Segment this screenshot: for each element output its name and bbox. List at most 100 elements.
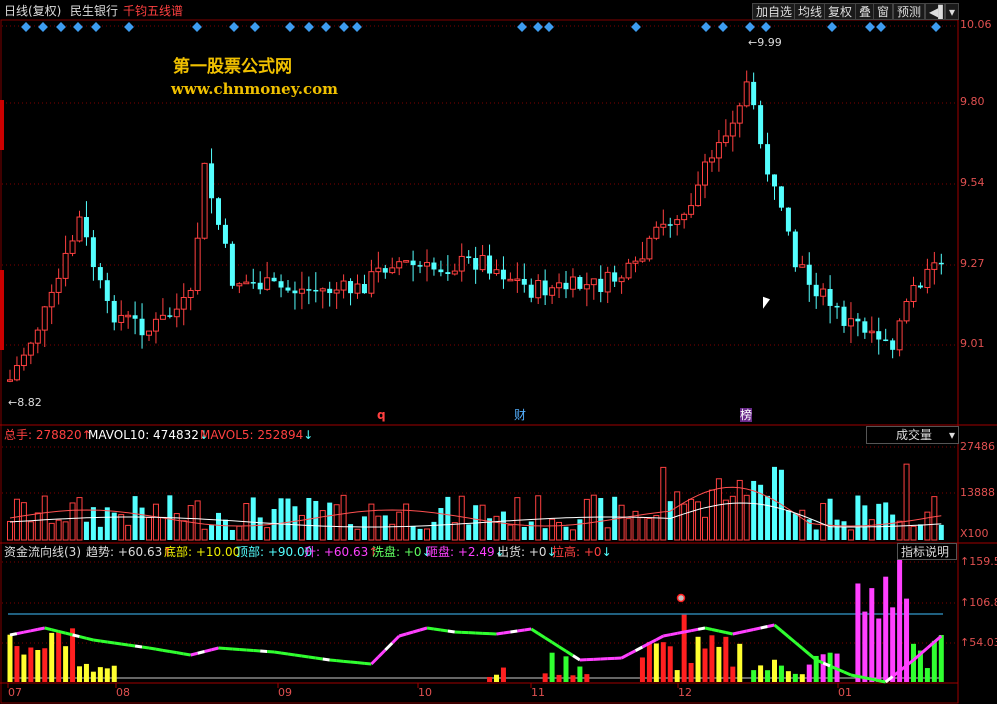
candle-body <box>722 135 729 144</box>
volume-bar <box>361 516 367 540</box>
candle-body <box>507 278 514 282</box>
volume-bar <box>569 529 576 541</box>
date-label: 10 <box>418 686 432 699</box>
volume-bar <box>139 507 145 540</box>
indicator-selector[interactable]: 成交量 ▾ <box>866 426 959 444</box>
restore-button[interactable]: 复权 <box>824 3 857 20</box>
flow-trend-line <box>9 632 18 637</box>
high-price-marker: ←9.99 <box>748 36 782 49</box>
price-axis-label: 10.06 <box>960 18 992 31</box>
flow-bar <box>751 670 757 682</box>
flow-trend-line <box>30 627 39 633</box>
signal-diamond-icon <box>827 22 837 32</box>
flow-trend-line <box>663 633 671 638</box>
signal-diamond-icon <box>285 22 295 32</box>
volume-bar <box>521 526 527 540</box>
volume-bar <box>862 505 868 540</box>
avg-line-button[interactable]: 均线 <box>794 3 827 20</box>
flow-pull: 拉高: +0↓ <box>552 545 612 559</box>
flow-trend-line <box>322 657 330 662</box>
volume-bar <box>903 463 910 541</box>
chart-canvas[interactable] <box>0 0 997 704</box>
flow-trend-line <box>141 645 150 650</box>
flow-bar <box>56 632 62 682</box>
signal-diamond-icon <box>192 22 202 32</box>
chart-window: 日线(复权) 民生银行 千钧五线谱 加自选 均线 复权 叠 窗 预测 ◀▌ ▾ … <box>0 0 997 704</box>
flow-trend-line <box>211 646 219 652</box>
candle-body <box>417 265 423 267</box>
candle-body <box>632 260 639 264</box>
volume-bar <box>493 515 500 541</box>
volume-bar <box>83 521 89 540</box>
volume-bar <box>438 508 444 540</box>
volume-bar <box>765 495 771 540</box>
volume-bar <box>598 498 604 540</box>
signal-diamond-icon <box>73 22 83 32</box>
candle-body <box>590 278 597 286</box>
candle-body <box>847 318 854 327</box>
flow-trend: 趋势: +60.63↑ <box>86 545 173 559</box>
volume-bar <box>667 501 673 540</box>
event-marker-rank[interactable]: 榜 <box>740 408 753 422</box>
flow-bar <box>855 583 861 682</box>
signal-diamond-icon <box>91 22 101 32</box>
signal-diamond-icon <box>931 22 941 32</box>
volume-bar <box>708 489 715 541</box>
volume-bar <box>313 500 319 540</box>
candle-body <box>772 174 777 187</box>
candle-body <box>473 258 479 270</box>
flow-bar <box>14 646 20 682</box>
volume-bar <box>229 529 235 540</box>
candle-body <box>890 340 896 350</box>
flow-trend-line <box>343 659 351 664</box>
signal-diamond-icon <box>865 22 875 32</box>
add-watchlist-button[interactable]: 加自选 <box>752 3 797 20</box>
flow-bar <box>709 635 715 682</box>
volume-bar <box>563 526 569 540</box>
flow-bar <box>799 674 805 682</box>
indicator-help-button[interactable]: 指标说明 <box>897 543 957 560</box>
candle-body <box>132 315 138 319</box>
event-marker-q[interactable]: q <box>377 408 386 422</box>
overlay-button[interactable]: 叠 <box>855 3 876 20</box>
candle-body <box>841 306 847 326</box>
volume-bar <box>27 521 34 541</box>
flow-trend-line <box>315 656 323 661</box>
candle-body <box>563 282 569 290</box>
volume-bar <box>90 507 96 540</box>
volume-bar <box>618 504 625 541</box>
volume-bar <box>209 524 215 540</box>
candle-body <box>97 267 103 281</box>
candle-body <box>876 331 882 340</box>
window-button[interactable]: 窗 <box>873 3 894 20</box>
chevron-down-icon[interactable]: ▾ <box>945 3 959 20</box>
flow-bar <box>862 611 868 682</box>
flow-trend-line <box>850 673 859 678</box>
volume-bar <box>577 519 583 540</box>
date-label: 11 <box>531 686 545 699</box>
volume-bar <box>118 514 125 541</box>
candle-body <box>896 320 903 351</box>
mouse-cursor-icon <box>763 296 770 312</box>
watermark-title: 第一股票公式网 <box>173 57 292 77</box>
candle-body <box>250 282 256 284</box>
flow-trend-line <box>308 655 317 660</box>
candle-body <box>466 256 472 259</box>
flow-trend-line <box>558 645 567 653</box>
event-marker-finance[interactable]: 财 <box>514 408 526 422</box>
volume-axis-top: 27486 <box>960 440 995 453</box>
candle-body <box>187 289 194 299</box>
flow-bar <box>49 632 55 682</box>
forecast-button[interactable]: 预测 <box>893 3 926 20</box>
candle-body <box>681 213 688 221</box>
candle-body <box>194 237 201 291</box>
flow-bar <box>542 673 548 682</box>
volume-bar <box>855 495 861 540</box>
arrow-collapse-icon[interactable]: ◀▌ <box>925 3 947 20</box>
candle-body <box>451 270 458 275</box>
flow-trend-line <box>725 631 734 636</box>
flow-trend-line <box>287 652 296 657</box>
flow-peak-marker <box>676 593 686 603</box>
candle-body <box>646 237 653 260</box>
flow-trend-line <box>711 628 720 633</box>
